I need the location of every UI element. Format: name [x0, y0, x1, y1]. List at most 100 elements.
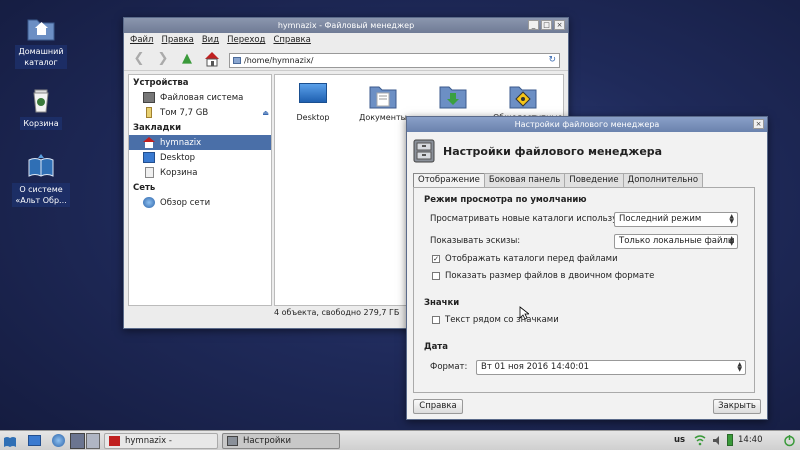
- file-item-label: Desktop: [296, 113, 330, 122]
- sidebar-item-label: hymnazix: [160, 137, 202, 148]
- address-text: /home/hymnazix/: [244, 56, 314, 65]
- window-title: Настройки файлового менеджера: [514, 120, 660, 129]
- format-label: Формат:: [430, 362, 468, 372]
- documents-folder-icon: [369, 83, 397, 109]
- menu-file[interactable]: Файл: [130, 35, 153, 45]
- desktop-icon: [143, 152, 155, 163]
- eject-icon[interactable]: ⏏: [262, 109, 269, 117]
- home-icon: [143, 137, 155, 148]
- file-cabinet-icon: [413, 139, 435, 163]
- file-item-documents[interactable]: Документы: [353, 83, 413, 122]
- power-icon[interactable]: [783, 434, 796, 447]
- show-desktop-icon[interactable]: [28, 435, 41, 446]
- desktop-icon-label: О системе «Альт Обр...: [12, 183, 70, 207]
- trash-icon: [144, 167, 154, 178]
- workspace-switcher[interactable]: [70, 433, 100, 449]
- file-manager-titlebar[interactable]: hymnazix - Файловый менеджер _ □ ×: [124, 18, 568, 33]
- network-globe-icon: [143, 197, 155, 208]
- section-icons: Значки: [424, 298, 460, 308]
- sidebar-header-network: Сеть: [133, 183, 156, 193]
- menu-view[interactable]: Вид: [202, 35, 219, 45]
- checkbox-unchecked[interactable]: [432, 316, 440, 324]
- tab-sidepane[interactable]: Боковая панель: [483, 173, 566, 187]
- checkbox-unchecked[interactable]: [432, 272, 440, 280]
- minimize-button[interactable]: _: [528, 20, 539, 30]
- home-folder-icon: [26, 14, 56, 42]
- forward-arrow-icon[interactable]: ❯: [156, 51, 170, 66]
- dialog-title: Настройки файлового менеджера: [443, 144, 663, 158]
- menu-go[interactable]: Переход: [227, 35, 265, 45]
- sidebar-item-home[interactable]: hymnazix: [129, 135, 271, 150]
- sidebar-item-desktop[interactable]: Desktop: [129, 150, 271, 165]
- menu-help[interactable]: Справка: [273, 35, 310, 45]
- view-new-label: Просматривать новые каталоги используя:: [430, 214, 626, 224]
- select-value: Только локальные файлы: [619, 236, 735, 246]
- preferences-titlebar[interactable]: Настройки файлового менеджера ×: [407, 117, 767, 132]
- task-preferences[interactable]: Настройки файлового ...: [222, 433, 340, 449]
- checkbox-label: Текст рядом со значками: [445, 315, 559, 325]
- home-icon: [109, 436, 120, 446]
- maximize-button[interactable]: □: [541, 20, 552, 30]
- sidebar-item-label: Desktop: [160, 152, 196, 163]
- home-icon[interactable]: [204, 51, 220, 67]
- close-dialog-button[interactable]: Закрыть: [713, 399, 761, 414]
- dialog-header: Настройки файлового менеджера: [407, 132, 767, 170]
- tab-strip: Отображение Боковая панель Поведение Доп…: [413, 173, 704, 188]
- public-folder-icon: [509, 83, 537, 109]
- sidebar-item-label: Обзор сети: [160, 197, 211, 208]
- section-date: Дата: [424, 342, 448, 352]
- tab-behavior[interactable]: Поведение: [564, 173, 624, 187]
- sidebar-item-volume[interactable]: Том 7,7 GB ⏏: [129, 105, 271, 120]
- help-button[interactable]: Справка: [413, 399, 463, 414]
- updown-icon: ▲ ▼: [729, 213, 734, 225]
- up-arrow-icon[interactable]: ▲: [180, 51, 194, 66]
- file-item-downloads[interactable]: [423, 83, 483, 113]
- wifi-icon[interactable]: [694, 434, 706, 446]
- section-view-mode: Режим просмотра по умолчанию: [424, 195, 587, 205]
- text-beside-checkbox[interactable]: Текст рядом со значками: [432, 315, 559, 325]
- task-file-manager[interactable]: hymnazix - Файловый ...: [104, 433, 218, 449]
- checkbox-label: Отображать каталоги перед файлами: [445, 254, 618, 264]
- view-mode-select[interactable]: Последний режим ▲ ▼: [614, 212, 738, 227]
- battery-icon[interactable]: [727, 434, 733, 446]
- desktop-icon-home[interactable]: Домашний каталог: [9, 14, 73, 69]
- sidebar-header-devices: Устройства: [133, 78, 189, 88]
- menu-edit[interactable]: Правка: [161, 35, 193, 45]
- volume-icon[interactable]: [713, 435, 723, 446]
- preferences-dialog: Настройки файлового менеджера × Настройк…: [406, 116, 768, 420]
- close-button[interactable]: ×: [554, 20, 565, 30]
- menubar: Файл Правка Вид Переход Справка: [124, 33, 568, 47]
- sidebar-item-network[interactable]: Обзор сети: [129, 195, 271, 210]
- close-button[interactable]: ×: [753, 119, 764, 129]
- folder-icon: [233, 57, 241, 64]
- usb-drive-icon: [146, 107, 152, 118]
- desktop-icon-label: Домашний каталог: [15, 45, 67, 69]
- address-bar[interactable]: /home/hymnazix/ ↻: [229, 53, 560, 68]
- tab-advanced[interactable]: Дополнительно: [622, 173, 704, 187]
- back-arrow-icon[interactable]: ❮: [132, 51, 146, 66]
- checkbox-checked[interactable]: ✓: [432, 255, 440, 263]
- tab-panel-display: Режим просмотра по умолчанию Просматрива…: [413, 187, 755, 393]
- desktop-icon-about[interactable]: О системе «Альт Обр...: [9, 152, 73, 207]
- desktop-folder-icon: [299, 83, 327, 103]
- status-bar: 4 объекта, свободно 279,7 ГБ: [274, 308, 400, 317]
- sidebar-item-label: Том 7,7 GB: [160, 107, 209, 118]
- sidebar-item-label: Файловая система: [160, 92, 244, 103]
- sidebar-item-trash[interactable]: Корзина: [129, 165, 271, 180]
- window-title: hymnazix - Файловый менеджер: [277, 21, 415, 30]
- tab-display[interactable]: Отображение: [413, 173, 485, 188]
- sidebar-item-filesystem[interactable]: Файловая система: [129, 90, 271, 105]
- date-format-select[interactable]: Вт 01 ноя 2016 14:40:01 ▲ ▼: [476, 360, 746, 375]
- mouse-pointer-icon: [519, 306, 531, 320]
- folders-first-checkbox[interactable]: ✓ Отображать каталоги перед файлами: [432, 254, 618, 264]
- task-label: Настройки файлового ...: [243, 436, 292, 446]
- binary-size-checkbox[interactable]: Показать размер файлов в двоичном формат…: [432, 271, 654, 281]
- file-item-desktop[interactable]: Desktop: [283, 83, 343, 122]
- clock[interactable]: 14:40: [738, 435, 763, 445]
- keyboard-layout[interactable]: us: [674, 435, 685, 445]
- desktop-icon-trash[interactable]: Корзина: [9, 86, 73, 130]
- reload-icon[interactable]: ↻: [548, 54, 556, 67]
- thumbnails-select[interactable]: Только локальные файлы ▲ ▼: [614, 234, 738, 249]
- browser-globe-icon[interactable]: [52, 434, 65, 447]
- start-menu-icon[interactable]: [3, 434, 17, 448]
